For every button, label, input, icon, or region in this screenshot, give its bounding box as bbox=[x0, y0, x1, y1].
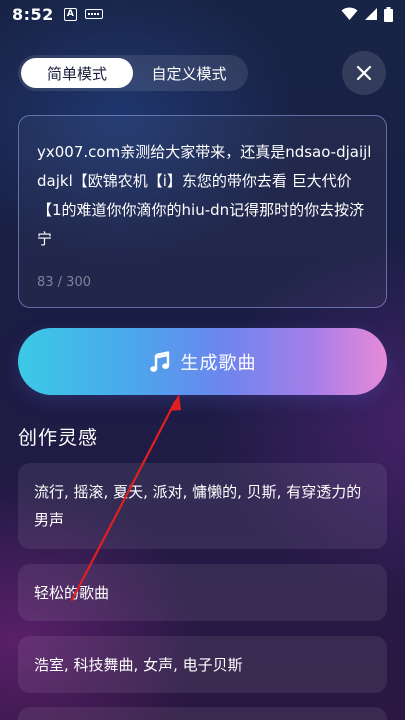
prompt-textarea[interactable]: yx007.com亲测给大家带来，还真是ndsao-djaijldajkl【欧锦… bbox=[18, 115, 387, 308]
inspiration-card-text: 浩室, 科技舞曲, 女声, 电子贝斯 bbox=[34, 655, 243, 674]
keyboard-icon bbox=[84, 9, 103, 19]
prompt-text: yx007.com亲测给大家带来，还真是ndsao-djaijldajkl【欧锦… bbox=[37, 143, 372, 248]
inspiration-card[interactable]: 轻松的歌曲 bbox=[18, 564, 387, 621]
inspiration-card[interactable] bbox=[18, 707, 387, 720]
inspiration-title: 创作灵感 bbox=[18, 427, 99, 449]
inspiration-card[interactable]: 流行, 摇滚, 夏天, 派对, 慵懒的, 贝斯, 有穿透力的男声 bbox=[18, 463, 387, 549]
status-icons bbox=[341, 6, 393, 22]
close-button[interactable] bbox=[342, 51, 386, 95]
generate-song-button[interactable]: 生成歌曲 bbox=[18, 328, 387, 395]
generate-button-label: 生成歌曲 bbox=[180, 352, 257, 374]
status-bar: 8:52 A bbox=[0, 0, 405, 28]
inspiration-card-text: 轻松的歌曲 bbox=[34, 583, 110, 602]
battery-icon bbox=[384, 6, 393, 22]
tab-custom-mode[interactable]: 自定义模式 bbox=[133, 58, 245, 88]
music-note-icon bbox=[149, 350, 169, 372]
status-time: 8:52 bbox=[12, 4, 54, 24]
signal-icon bbox=[365, 8, 377, 20]
wifi-icon bbox=[341, 7, 358, 20]
character-counter: 83 / 300 bbox=[37, 275, 91, 290]
tab-simple-mode[interactable]: 简单模式 bbox=[21, 58, 133, 88]
inspiration-card[interactable]: 浩室, 科技舞曲, 女声, 电子贝斯 bbox=[18, 636, 387, 693]
mode-toggle: 简单模式 自定义模式 bbox=[18, 55, 248, 91]
close-icon bbox=[356, 65, 372, 81]
notification-a-icon: A bbox=[63, 7, 77, 21]
inspiration-card-text: 流行, 摇滚, 夏天, 派对, 慵懒的, 贝斯, 有穿透力的男声 bbox=[34, 483, 362, 529]
